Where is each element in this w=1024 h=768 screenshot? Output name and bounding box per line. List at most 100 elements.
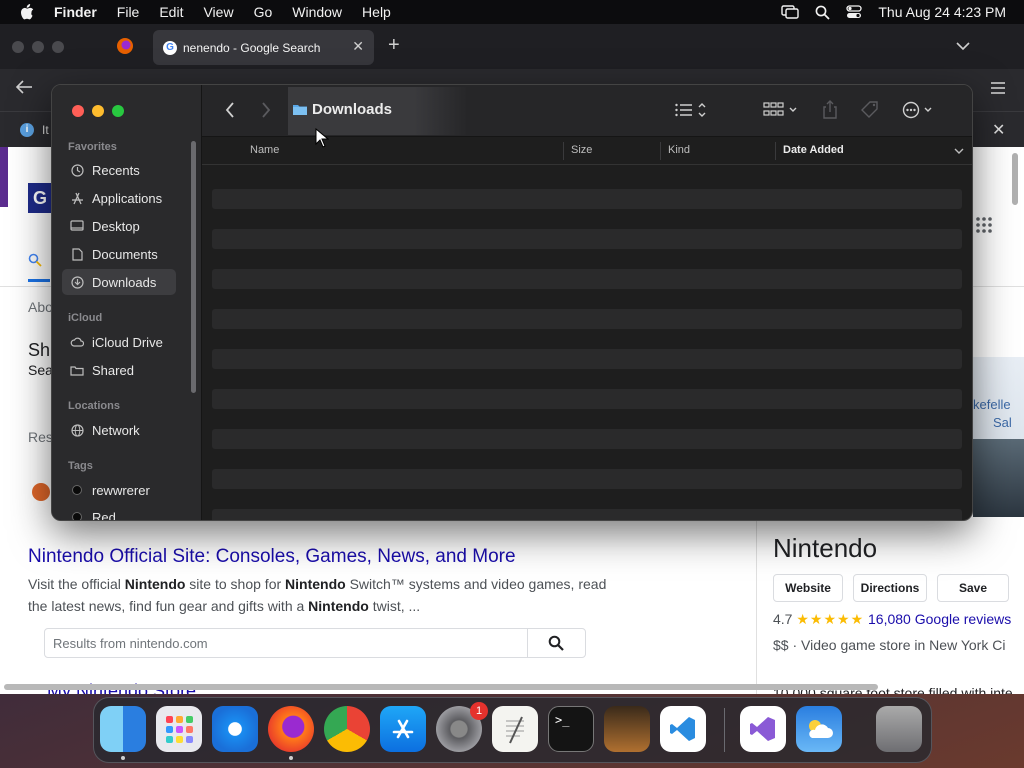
sidebar-item-icloud-drive[interactable]: iCloud Drive <box>62 329 176 355</box>
share-icon[interactable] <box>822 100 838 125</box>
sidebar-scrollbar[interactable] <box>191 141 196 393</box>
browser-close-button[interactable] <box>12 41 24 53</box>
divider <box>527 629 528 657</box>
google-logo[interactable]: G <box>28 183 52 213</box>
finder-minimize-button[interactable] <box>92 105 104 117</box>
vscode-icon[interactable] <box>660 706 706 752</box>
sidebar-item-label: Network <box>92 422 140 438</box>
website-button[interactable]: Website <box>773 574 843 602</box>
subheading-fragment[interactable]: Sea <box>28 362 53 378</box>
menu-app-name[interactable]: Finder <box>54 4 97 20</box>
finder-window: Favorites Recents Applications Desktop D… <box>51 84 973 521</box>
result-title-link[interactable]: Nintendo Official Site: Consoles, Games,… <box>28 546 516 568</box>
menu-help[interactable]: Help <box>362 4 391 20</box>
close-notification-icon[interactable]: ✕ <box>992 120 1005 140</box>
tab-strip: G nenendo - Google Search ✕ + <box>0 24 1024 69</box>
directions-button[interactable]: Directions <box>853 574 927 602</box>
sidebar-item-applications[interactable]: Applications <box>62 185 176 211</box>
finder-icon[interactable] <box>100 706 146 752</box>
site-search-box[interactable]: Results from nintendo.com <box>44 628 586 658</box>
more-actions-icon[interactable] <box>902 100 938 125</box>
close-tab-icon[interactable]: ✕ <box>352 38 364 55</box>
visual-studio-icon[interactable] <box>740 706 786 752</box>
sidebar-item-label: Documents <box>92 246 158 262</box>
menu-go[interactable]: Go <box>254 4 273 20</box>
search-icon[interactable] <box>548 635 564 656</box>
sidebar-item-documents[interactable]: Documents <box>62 241 176 267</box>
sort-chevron-icon[interactable] <box>954 146 964 158</box>
group-by-icon[interactable] <box>762 100 800 125</box>
hamburger-menu-icon[interactable] <box>990 81 1006 100</box>
map-thumbnail[interactable]: kefelle Sal <box>973 357 1024 517</box>
globe-icon <box>70 423 84 437</box>
browser-zoom-button[interactable] <box>52 41 64 53</box>
column-header-kind[interactable]: Kind <box>668 144 690 156</box>
menu-file[interactable]: File <box>117 4 140 20</box>
list-all-tabs-icon[interactable] <box>956 38 970 56</box>
empty-file-row <box>212 469 962 489</box>
map-label: Sal <box>993 415 1012 430</box>
firefox-icon[interactable] <box>268 706 314 752</box>
menu-window[interactable]: Window <box>292 4 342 20</box>
browser-minimize-button[interactable] <box>32 41 44 53</box>
sidebar-section-tags: Tags <box>68 460 93 472</box>
google-favicon-icon: G <box>163 40 177 55</box>
snippet-bold: Nintendo <box>308 598 369 614</box>
sidebar-item-downloads[interactable]: Downloads <box>62 269 176 295</box>
firefox-view-icon[interactable] <box>116 37 134 55</box>
finder-zoom-button[interactable] <box>112 105 124 117</box>
horizontal-scrollbar[interactable] <box>4 684 878 690</box>
terminal-icon[interactable]: >_ <box>548 706 594 752</box>
weather-icon[interactable] <box>796 706 842 752</box>
dock-separator <box>724 708 725 752</box>
chrome-icon[interactable] <box>324 706 370 752</box>
save-button[interactable]: Save <box>937 574 1009 602</box>
forward-chevron-icon[interactable] <box>260 101 272 124</box>
dock: 1 >_ <box>93 697 932 763</box>
sidebar-item-shared[interactable]: Shared <box>62 357 176 383</box>
trash-icon[interactable] <box>876 706 922 752</box>
sidebar-item-tag-rewwrerer[interactable]: rewwrerer <box>62 477 176 503</box>
column-header-date-added[interactable]: Date Added <box>783 144 844 156</box>
list-view-icon[interactable] <box>674 100 708 125</box>
control-center-icon[interactable] <box>846 5 863 19</box>
tag-icon[interactable] <box>860 100 880 125</box>
sidebar-item-desktop[interactable]: Desktop <box>62 213 176 239</box>
column-separator[interactable] <box>563 142 564 160</box>
sidebar-item-recents[interactable]: Recents <box>62 157 176 183</box>
sidebar-item-tag-red[interactable]: Red <box>62 504 176 520</box>
desktop-icon <box>70 220 84 232</box>
sidebar-item-network[interactable]: Network <box>62 417 176 443</box>
store-photo[interactable] <box>973 439 1024 517</box>
textedit-icon[interactable] <box>492 706 538 752</box>
menu-view[interactable]: View <box>203 4 233 20</box>
new-tab-icon[interactable]: + <box>388 34 400 57</box>
snippet-text: site to shop for <box>185 576 286 592</box>
column-separator[interactable] <box>660 142 661 160</box>
menu-clock[interactable]: Thu Aug 24 4:23 PM <box>878 4 1006 20</box>
empty-file-row <box>212 349 962 369</box>
column-separator[interactable] <box>775 142 776 160</box>
sidebar-item-label: Desktop <box>92 218 140 234</box>
garageband-icon[interactable] <box>604 706 650 752</box>
menu-edit[interactable]: Edit <box>159 4 183 20</box>
safari-icon[interactable] <box>212 706 258 752</box>
spotlight-search-icon[interactable] <box>815 5 830 20</box>
column-header-size[interactable]: Size <box>571 144 592 156</box>
tab-google-search[interactable]: G nenendo - Google Search ✕ <box>153 30 374 65</box>
vertical-scrollbar[interactable] <box>1012 153 1018 205</box>
app-store-icon[interactable] <box>380 706 426 752</box>
about-results-text: Abo <box>28 299 53 315</box>
search-tab-icon[interactable] <box>28 253 42 270</box>
file-list-empty <box>212 189 962 520</box>
screen-mirroring-icon[interactable] <box>781 5 800 19</box>
column-header-name[interactable]: Name <box>250 144 279 156</box>
finder-close-button[interactable] <box>72 105 84 117</box>
back-arrow-icon[interactable] <box>14 79 34 100</box>
launchpad-icon[interactable] <box>156 706 202 752</box>
reviews-link[interactable]: 16,080 Google reviews <box>868 611 1011 627</box>
back-chevron-icon[interactable] <box>224 101 236 124</box>
apps-grid-icon[interactable] <box>976 217 992 238</box>
system-settings-icon[interactable]: 1 <box>436 702 488 752</box>
apple-icon[interactable] <box>16 1 38 23</box>
